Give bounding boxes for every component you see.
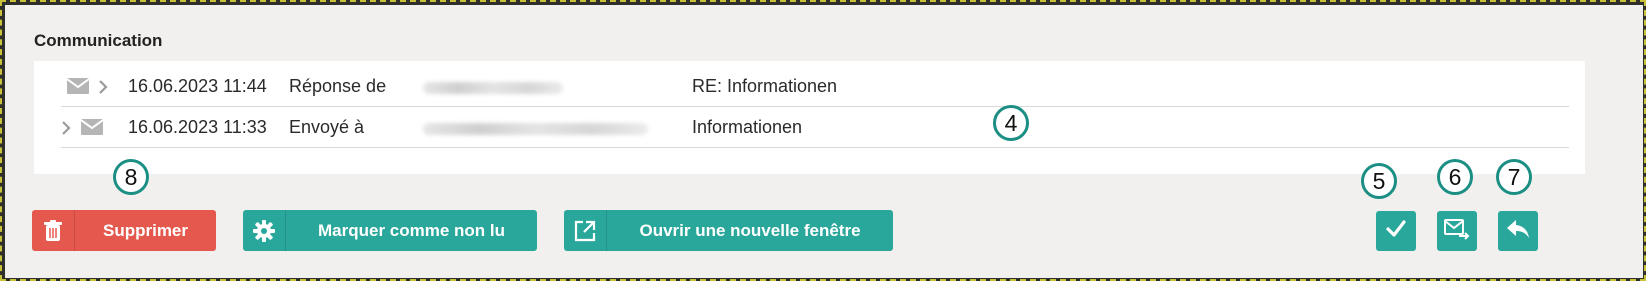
annotation-7: 7: [1496, 159, 1532, 195]
screenshot-frame: Communication 16.06.2023 11:44 Réponse d…: [0, 0, 1646, 281]
reply-button[interactable]: [1498, 211, 1538, 251]
gear-icon: [243, 210, 286, 251]
redacted-address: [423, 82, 563, 94]
message-subject: RE: Informationen: [692, 76, 838, 96]
message-action: Envoyé à: [289, 117, 365, 137]
reply-arrow-icon: [1506, 219, 1530, 244]
delete-button[interactable]: Supprimer: [32, 210, 216, 251]
mail-forward-icon: [1444, 218, 1470, 245]
section-title: Communication: [34, 31, 163, 50]
delete-button-label: Supprimer: [102, 220, 189, 240]
message-list: 16.06.2023 11:44 Réponse de RE: Informat…: [34, 61, 1585, 174]
checkmark-icon: [1386, 219, 1406, 243]
envelope-icon: [66, 78, 90, 99]
external-window-icon: [564, 210, 607, 251]
redacted-address: [423, 123, 648, 135]
communication-panel: Communication 16.06.2023 11:44 Réponse d…: [5, 5, 1643, 278]
annotation-5: 5: [1361, 163, 1397, 199]
annotation-4: 4: [993, 105, 1029, 141]
trash-icon: [32, 210, 75, 251]
chevron-right-icon[interactable]: [61, 120, 71, 141]
envelope-icon: [80, 119, 104, 140]
annotation-8: 8: [113, 159, 149, 195]
message-subject: Informationen: [692, 117, 803, 137]
mark-unread-button-label: Marquer comme non lu: [317, 220, 506, 240]
forward-mail-button[interactable]: [1437, 211, 1477, 251]
annotation-6: 6: [1437, 159, 1473, 195]
chevron-right-icon[interactable]: [98, 79, 108, 100]
message-datetime: 16.06.2023 11:44: [128, 76, 267, 96]
confirm-button[interactable]: [1376, 211, 1416, 251]
message-datetime: 16.06.2023 11:33: [128, 117, 267, 137]
message-action: Réponse de: [289, 76, 387, 96]
open-new-window-button-label: Ouvrir une nouvelle fenêtre: [639, 220, 861, 240]
open-new-window-button[interactable]: Ouvrir une nouvelle fenêtre: [564, 210, 893, 251]
mark-unread-button[interactable]: Marquer comme non lu: [243, 210, 537, 251]
message-row[interactable]: 16.06.2023 11:33 Envoyé à Informationen: [61, 107, 1569, 148]
message-row[interactable]: 16.06.2023 11:44 Réponse de RE: Informat…: [61, 66, 1569, 107]
